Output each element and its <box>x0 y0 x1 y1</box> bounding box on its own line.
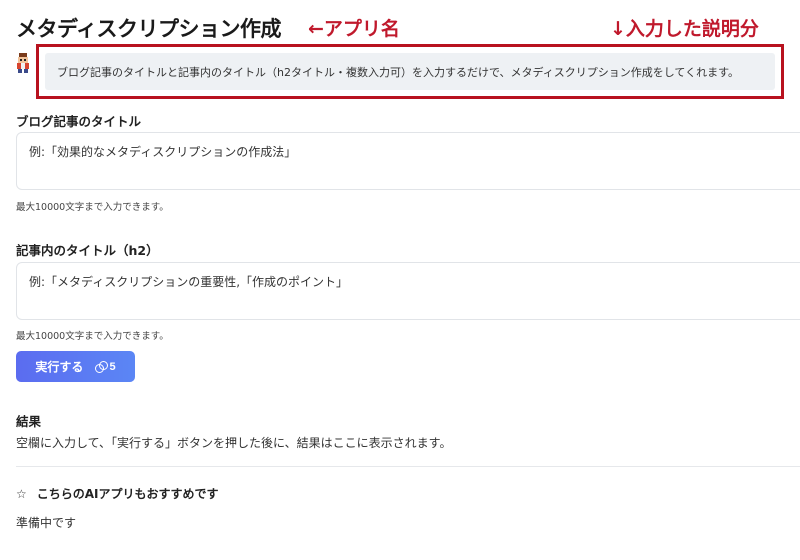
annotation-description: ↓入力した説明分 <box>610 18 759 40</box>
h2-title-hint: 最大10000文字まで入力できます。 <box>16 331 169 342</box>
result-heading: 結果 <box>16 414 42 429</box>
h2-title-input[interactable]: 例:「メタディスクリプションの重要性,「作成のポイント」 <box>16 262 800 320</box>
recommend-header: ☆ こちらのAIアプリもおすすめです <box>16 485 219 502</box>
credit-badge: 5 <box>95 360 116 373</box>
run-button-label: 実行する <box>35 360 84 374</box>
h2-title-label: 記事内のタイトル（h2） <box>16 243 159 258</box>
blog-title-label: ブログ記事のタイトル <box>16 114 142 129</box>
coins-icon <box>95 361 109 373</box>
annotation-app-name: ←アプリ名 <box>308 18 400 40</box>
app-title: メタディスクリプション作成 <box>16 17 282 41</box>
run-button[interactable]: 実行する 5 <box>16 351 135 382</box>
blog-title-input[interactable]: 例:「効果的なメタディスクリプションの作成法」 <box>16 132 800 190</box>
avatar-icon <box>17 53 29 73</box>
blog-title-hint: 最大10000文字まで入力できます。 <box>16 202 169 213</box>
star-icon: ☆ <box>16 486 27 501</box>
recommend-status: 準備中です <box>16 516 77 530</box>
credit-count: 5 <box>109 360 116 373</box>
divider <box>16 466 800 467</box>
app-description: ブログ記事のタイトルと記事内のタイトル（h2タイトル・複数入力可）を入力するだけ… <box>45 53 775 90</box>
result-text: 空欄に入力して、「実行する」ボタンを押した後に、結果はここに表示されます。 <box>16 436 452 450</box>
recommend-heading: こちらのAIアプリもおすすめです <box>36 487 219 501</box>
description-highlight-frame: ブログ記事のタイトルと記事内のタイトル（h2タイトル・複数入力可）を入力するだけ… <box>36 44 784 99</box>
